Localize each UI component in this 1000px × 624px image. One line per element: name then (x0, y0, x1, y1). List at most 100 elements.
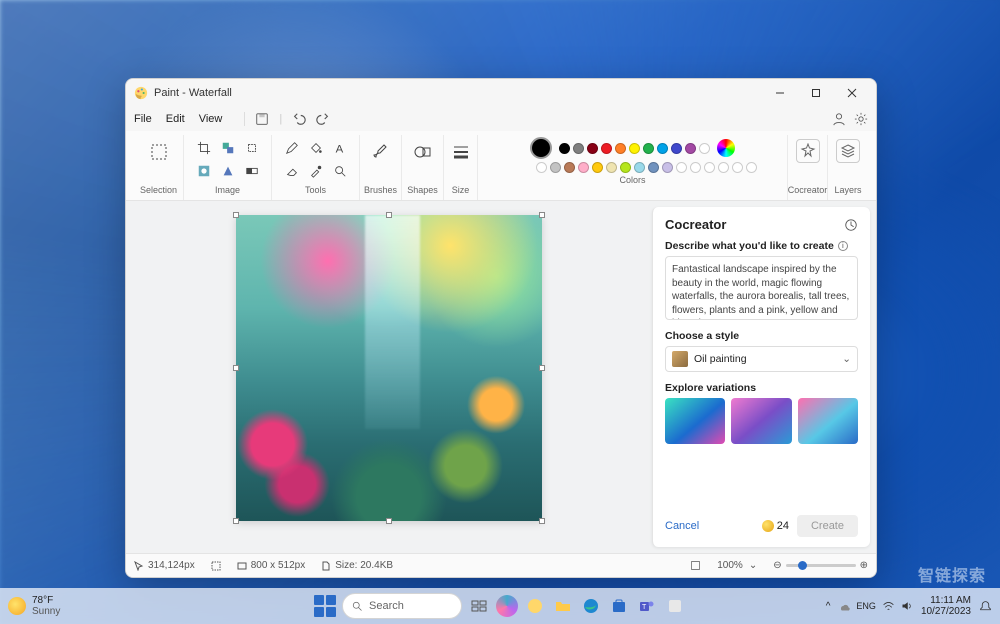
fill-icon[interactable] (307, 139, 325, 157)
volume-icon[interactable] (901, 600, 913, 612)
tray-chevron-icon[interactable]: ^ (826, 601, 831, 612)
zoom-slider[interactable] (786, 564, 856, 567)
current-color[interactable] (530, 137, 552, 159)
menu-file[interactable]: File (134, 113, 152, 125)
undo-icon[interactable] (292, 112, 306, 126)
group-tools-label: Tools (305, 185, 326, 195)
canvas[interactable] (236, 215, 542, 521)
pinned-app-icon[interactable] (664, 595, 686, 617)
color-swatch[interactable] (601, 143, 612, 154)
variation-thumb[interactable] (798, 398, 858, 444)
color-swatch[interactable] (648, 162, 659, 173)
history-icon[interactable] (844, 218, 858, 232)
empty-swatch[interactable] (676, 162, 687, 173)
canvas-dims: 800 x 512px (237, 560, 306, 571)
copilot-icon[interactable] (496, 595, 518, 617)
system-tray: ^ ENG 11:11 AM10/27/2023 (826, 595, 992, 617)
color-swatch[interactable] (671, 143, 682, 154)
empty-swatch[interactable] (718, 162, 729, 173)
color-swatch[interactable] (615, 143, 626, 154)
maximize-button[interactable] (798, 79, 834, 107)
explorer-icon[interactable] (552, 595, 574, 617)
crop-icon[interactable] (195, 139, 213, 157)
paint-taskbar-icon[interactable] (524, 595, 546, 617)
watermark: 智链探索 (918, 562, 986, 586)
close-button[interactable] (834, 79, 870, 107)
zoom-in-icon[interactable]: ⊕ (860, 560, 868, 571)
color-swatch[interactable] (657, 143, 668, 154)
empty-swatch[interactable] (746, 162, 757, 173)
layers-icon[interactable] (836, 139, 860, 163)
cancel-button[interactable]: Cancel (665, 520, 699, 532)
variations-row (665, 398, 858, 444)
teams-icon[interactable]: T (636, 595, 658, 617)
text-icon[interactable]: A (331, 139, 349, 157)
color-swatch[interactable] (592, 162, 603, 173)
eraser-icon[interactable] (283, 162, 301, 180)
edge-icon[interactable] (580, 595, 602, 617)
style-select[interactable]: Oil painting ⌄ (665, 346, 858, 372)
task-view-icon[interactable] (468, 595, 490, 617)
color-swatch[interactable] (578, 162, 589, 173)
canvas-image (236, 215, 542, 521)
color-swatch[interactable] (573, 143, 584, 154)
clock[interactable]: 11:11 AM10/27/2023 (921, 595, 971, 617)
empty-swatch[interactable] (704, 162, 715, 173)
variation-thumb[interactable] (731, 398, 791, 444)
redo-icon[interactable] (316, 112, 330, 126)
menu-edit[interactable]: Edit (166, 113, 185, 125)
size-icon[interactable] (448, 139, 474, 165)
color-swatch[interactable] (559, 143, 570, 154)
save-icon[interactable] (255, 112, 269, 126)
color-swatch[interactable] (685, 143, 696, 154)
minimize-button[interactable] (762, 79, 798, 107)
account-icon[interactable] (832, 112, 846, 126)
color-swatch[interactable] (643, 143, 654, 154)
autosave-icon[interactable] (690, 560, 701, 571)
create-button[interactable]: Create (797, 515, 858, 537)
wifi-icon[interactable] (882, 600, 895, 613)
menu-view[interactable]: View (199, 113, 223, 125)
color-swatch[interactable] (629, 143, 640, 154)
language-indicator[interactable]: ENG (856, 601, 876, 611)
canvas-area[interactable] (126, 201, 652, 553)
settings-icon[interactable] (854, 112, 868, 126)
prompt-textarea[interactable]: Fantastical landscape inspired by the be… (665, 256, 858, 320)
color-swatch[interactable] (606, 162, 617, 173)
shapes-icon[interactable] (410, 139, 436, 165)
color-swatch[interactable] (587, 143, 598, 154)
rotate-icon[interactable] (243, 139, 261, 157)
magnifier-icon[interactable] (331, 162, 349, 180)
remove-bg-icon[interactable] (195, 162, 213, 180)
select-rect-icon[interactable] (146, 139, 172, 165)
color-swatch[interactable] (550, 162, 561, 173)
invert-icon[interactable] (243, 162, 261, 180)
notifications-icon[interactable] (979, 600, 992, 613)
resize-icon[interactable] (219, 139, 237, 157)
palette-row-2 (536, 162, 757, 173)
taskbar: 78°FSunny Search T ^ ENG 11:11 AM10/27/2… (0, 588, 1000, 624)
cocreator-icon[interactable] (796, 139, 820, 163)
color-wheel-icon[interactable] (717, 139, 735, 157)
paint-window: Paint - Waterfall File Edit View | Selec… (125, 78, 877, 578)
flip-icon[interactable] (219, 162, 237, 180)
variation-thumb[interactable] (665, 398, 725, 444)
color-swatch[interactable] (699, 143, 710, 154)
zoom-out-icon[interactable]: ⊖ (773, 560, 781, 571)
weather-widget[interactable]: 78°FSunny (8, 595, 60, 617)
store-icon[interactable] (608, 595, 630, 617)
color-swatch[interactable] (634, 162, 645, 173)
color-swatch[interactable] (564, 162, 575, 173)
color-swatch[interactable] (536, 162, 547, 173)
eyedropper-icon[interactable] (307, 162, 325, 180)
start-button[interactable] (314, 595, 336, 617)
empty-swatch[interactable] (690, 162, 701, 173)
taskbar-search[interactable]: Search (342, 593, 462, 619)
info-icon[interactable]: i (838, 241, 848, 251)
onedrive-icon[interactable] (838, 600, 850, 612)
color-swatch[interactable] (620, 162, 631, 173)
pencil-icon[interactable] (283, 139, 301, 157)
empty-swatch[interactable] (732, 162, 743, 173)
brush-icon[interactable] (368, 139, 394, 165)
color-swatch[interactable] (662, 162, 673, 173)
